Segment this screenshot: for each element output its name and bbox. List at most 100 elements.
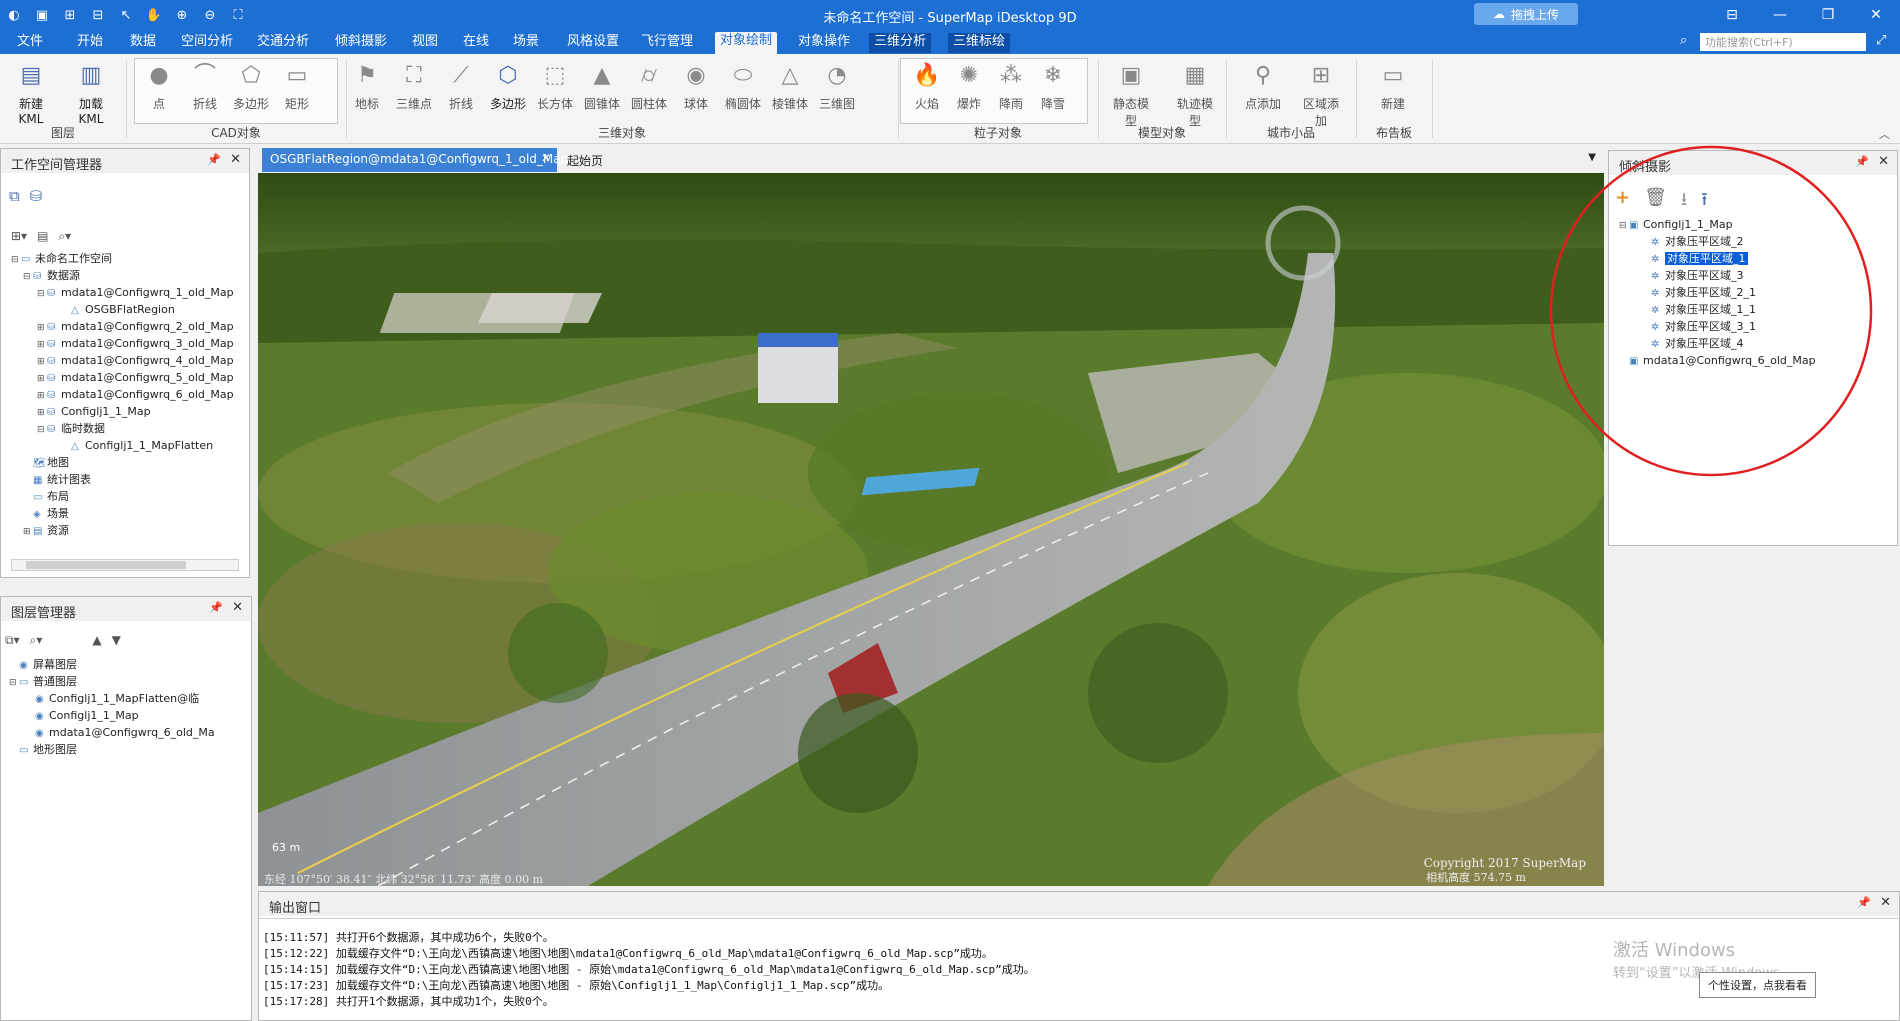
- tree-item-workspace[interactable]: ⊟ ▭ 未命名工作空间: [11, 251, 234, 268]
- threed-1-button[interactable]: ⛶ 三维点: [391, 60, 437, 122]
- cad-1-button[interactable]: ⌒ 折线: [182, 60, 228, 122]
- layer-group-terrain[interactable]: ▭ 地形图层: [9, 742, 215, 759]
- tree-item-node[interactable]: ⊞ ▤ 资源: [11, 523, 234, 540]
- menu-item-0[interactable]: 文件: [12, 33, 48, 53]
- city-0-button[interactable]: ⚲ 点添加: [1240, 60, 1286, 122]
- menu-item-3[interactable]: 空间分析: [176, 33, 238, 53]
- expand-icon[interactable]: ⊞: [37, 320, 47, 336]
- collapse-icon[interactable]: ⊟: [23, 269, 33, 285]
- close-icon[interactable]: ✕: [232, 600, 243, 615]
- particle-3-button[interactable]: ❄ 降雪: [1030, 60, 1076, 122]
- expand-icon[interactable]: ⤢: [1876, 33, 1886, 48]
- personalize-tip[interactable]: 个性设置，点我看看: [1699, 972, 1816, 998]
- pan-hand-icon[interactable]: ✋: [144, 5, 164, 25]
- particle-1-button[interactable]: ✺ 爆炸: [946, 60, 992, 122]
- menu-item-12[interactable]: 对象操作: [793, 33, 855, 53]
- threed-10-button[interactable]: ◔ 三维图: [814, 60, 860, 122]
- expand-icon[interactable]: ⊞: [37, 405, 47, 421]
- expand-icon[interactable]: ⊞: [37, 337, 47, 353]
- tree-item-dataset[interactable]: △ Configlj1_1_MapFlatten: [11, 438, 234, 455]
- layer-options-icon[interactable]: ⧉▾: [5, 633, 20, 648]
- tree-item-datasource[interactable]: ⊞ ⛁ mdata1@Configwrq_4_old_Map: [11, 353, 234, 370]
- tree-item-datasources[interactable]: ⊟ ⛁ 数据源: [11, 268, 234, 285]
- close-tab-icon[interactable]: ✕: [541, 151, 551, 165]
- function-search-input[interactable]: 功能搜索(Ctrl+F): [1700, 33, 1866, 51]
- menu-item-1[interactable]: 开始: [72, 33, 108, 53]
- menu-item-5[interactable]: 倾斜摄影: [330, 33, 392, 53]
- maximize-button[interactable]: ❐: [1804, 0, 1852, 30]
- tree-item-node[interactable]: ◈ 场景: [11, 506, 234, 523]
- tab-scene[interactable]: OSGBFlatRegion@mdata1@Configwrq_1_old_Ma…: [262, 148, 568, 172]
- new-kml-button[interactable]: ▤ 新建 KML: [8, 60, 54, 126]
- tree-item-datasource[interactable]: ⊞ ⛁ mdata1@Configwrq_5_old_Map: [11, 370, 234, 387]
- close-icon[interactable]: ✕: [1878, 154, 1889, 169]
- search-icon[interactable]: ⌕▾: [58, 229, 71, 244]
- menu-item-4[interactable]: 交通分析: [252, 33, 314, 53]
- tree-item-datasource[interactable]: ⊟ ⛁ mdata1@Configwrq_1_old_Map: [11, 285, 234, 302]
- cad-0-button[interactable]: ● 点: [136, 60, 182, 122]
- cad-3-button[interactable]: ▭ 矩形: [274, 60, 320, 122]
- layer-item[interactable]: ◉ mdata1@Configwrq_6_old_Ma: [9, 725, 215, 742]
- expand-icon[interactable]: ⊞: [23, 524, 33, 540]
- threed-4-button[interactable]: ⬚ 长方体: [532, 60, 578, 122]
- threed-8-button[interactable]: ⬭ 椭圆体: [720, 60, 766, 122]
- model-1-button[interactable]: ▦ 轨迹模型: [1172, 60, 1218, 128]
- menu-item-11[interactable]: 对象绘制: [715, 32, 778, 54]
- search-icon[interactable]: ⌕: [1680, 33, 1687, 48]
- menu-item-6[interactable]: 视图: [407, 33, 443, 53]
- restore-layout-icon[interactable]: ⊟: [1708, 0, 1756, 30]
- new-icon[interactable]: ⊟: [88, 5, 108, 25]
- menu-item-13[interactable]: 三维分析: [869, 33, 932, 53]
- threed-6-button[interactable]: ⌭ 圆柱体: [626, 60, 672, 122]
- cad-2-button[interactable]: ⬠ 多边形: [228, 60, 274, 122]
- tab-start-page[interactable]: 起始页: [567, 152, 603, 169]
- pin-icon[interactable]: 📌: [1857, 896, 1871, 909]
- menu-item-9[interactable]: 风格设置: [562, 33, 624, 53]
- particle-2-button[interactable]: ⁂ 降雨: [988, 60, 1034, 122]
- pin-icon[interactable]: 📌: [209, 601, 223, 614]
- threed-3-button[interactable]: ⬡ 多边形: [485, 60, 531, 122]
- board-new-button[interactable]: ▭ 新建: [1370, 60, 1416, 122]
- upload-button[interactable]: ☁ 拖拽上传: [1474, 3, 1578, 25]
- threed-7-button[interactable]: ◉ 球体: [673, 60, 719, 122]
- tree-item-node[interactable]: ▦ 统计图表: [11, 472, 234, 489]
- expand-icon[interactable]: ⊞: [37, 354, 47, 370]
- move-up-icon[interactable]: ▲: [92, 633, 101, 648]
- threed-5-button[interactable]: ▲ 圆锥体: [579, 60, 625, 122]
- open-datasource-icon[interactable]: ⊞▾: [11, 229, 27, 244]
- collapse-ribbon-icon[interactable]: ︿: [1879, 126, 1890, 142]
- tree-item-datasource[interactable]: ⊞ ⛁ Configlj1_1_Map: [11, 404, 234, 421]
- collapse-icon[interactable]: ⊟: [11, 252, 21, 268]
- threed-9-button[interactable]: △ 棱锥体: [767, 60, 813, 122]
- layer-item[interactable]: ◉ Configlj1_1_Map: [9, 708, 215, 725]
- tree-item-node[interactable]: ▭ 布局: [11, 489, 234, 506]
- collapse-icon[interactable]: ⊟: [37, 422, 47, 438]
- search-icon[interactable]: ⌕▾: [30, 633, 43, 648]
- open-icon[interactable]: ⊞: [60, 5, 80, 25]
- move-down-icon[interactable]: ▼: [112, 633, 121, 648]
- particle-0-button[interactable]: 🔥 火焰: [904, 60, 950, 122]
- threed-0-button[interactable]: ⚑ 地标: [344, 60, 390, 122]
- tree-item-dataset[interactable]: △ OSGBFlatRegion: [11, 302, 234, 319]
- datasource-icon[interactable]: ⛁: [30, 187, 43, 205]
- threed-2-button[interactable]: ⟋ 折线: [438, 60, 484, 122]
- horizontal-scrollbar[interactable]: [11, 559, 239, 571]
- minimize-button[interactable]: —: [1756, 0, 1804, 30]
- collapse-icon[interactable]: ⊟: [37, 286, 47, 302]
- expand-icon[interactable]: ⊞: [37, 388, 47, 404]
- tree-item-temp-datasource[interactable]: ⊟ ⛁ 临时数据: [11, 421, 234, 438]
- select-pointer-icon[interactable]: ↖: [116, 5, 136, 25]
- properties-icon[interactable]: ▤: [37, 229, 48, 244]
- tree-item-datasource[interactable]: ⊞ ⛁ mdata1@Configwrq_2_old_Map: [11, 319, 234, 336]
- full-extent-icon[interactable]: ⛶: [228, 5, 248, 25]
- layer-group-screen[interactable]: ◉ 屏幕图层: [9, 657, 215, 674]
- tree-item-node[interactable]: 🗺地图: [11, 455, 234, 472]
- city-1-button[interactable]: ⊞ 区域添加: [1298, 60, 1344, 128]
- layer-group-normal[interactable]: ⊟ ▭ 普通图层: [9, 674, 215, 691]
- scene-view[interactable]: 63 m Copyright 2017 SuperMap 东经 107°50′ …: [258, 173, 1604, 886]
- zoom-out-icon[interactable]: ⊖: [200, 5, 220, 25]
- tree-item-datasource[interactable]: ⊞ ⛁ mdata1@Configwrq_3_old_Map: [11, 336, 234, 353]
- expand-icon[interactable]: ⊞: [37, 371, 47, 387]
- close-icon[interactable]: ✕: [1880, 895, 1891, 910]
- menu-item-8[interactable]: 场景: [508, 33, 544, 53]
